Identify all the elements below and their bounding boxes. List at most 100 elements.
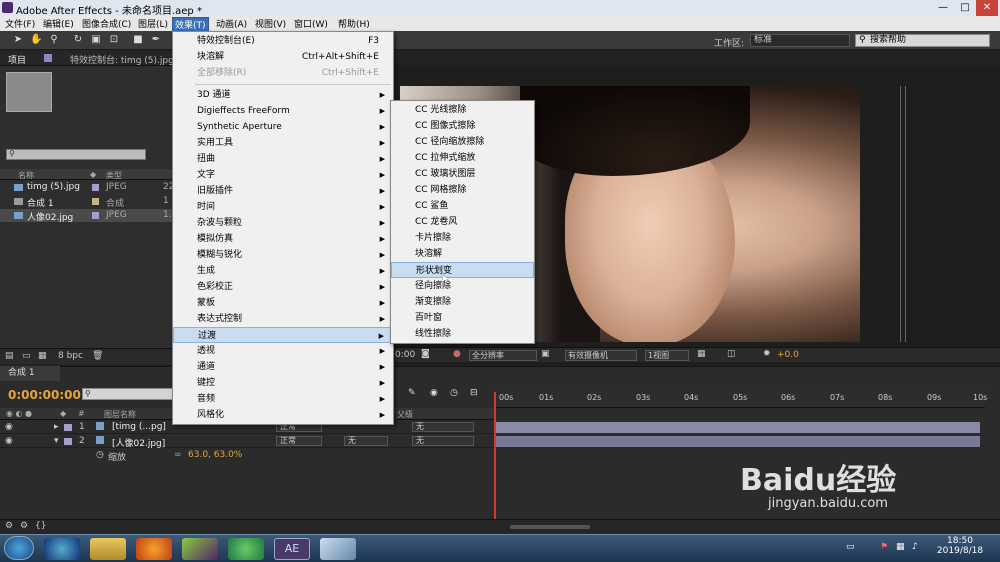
expanded-chevron-icon[interactable]: ▾	[54, 436, 59, 446]
menu-edit[interactable]: 编辑(E)	[41, 17, 76, 30]
menu-item-category[interactable]: 色彩校正 ▶	[173, 279, 393, 295]
menu-help[interactable]: 帮助(H)	[336, 17, 372, 30]
maximize-button[interactable]: □	[954, 0, 976, 16]
file-explorer-icon[interactable]	[90, 538, 126, 560]
rectangle-tool-icon[interactable]: ■	[132, 34, 144, 46]
viewer-timecode[interactable]: 0:00	[395, 350, 415, 360]
submenu-item[interactable]: 块溶解	[391, 246, 534, 262]
col-parent[interactable]: 父级	[397, 409, 413, 420]
menu-item-category[interactable]: 透视 ▶	[173, 343, 393, 359]
menu-item-category[interactable]: 实用工具 ▶	[173, 135, 393, 151]
track-matte-select[interactable]: 无	[344, 436, 388, 446]
draft-3d-icon[interactable]: ✎	[408, 388, 416, 398]
interpret-footage-icon[interactable]: ▤	[5, 351, 14, 361]
menu-view[interactable]: 视图(V)	[253, 17, 288, 30]
col-name[interactable]: 名称	[18, 170, 34, 181]
submenu-item[interactable]: 百叶窗	[391, 310, 534, 326]
menu-item-category[interactable]: 扭曲 ▶	[173, 151, 393, 167]
pan-behind-tool-icon[interactable]: ⊡	[108, 34, 120, 46]
expand-chevron-icon[interactable]: ▸	[54, 422, 59, 432]
submenu-item-shape-wipe[interactable]: 形状划变	[391, 262, 534, 278]
workspace-select[interactable]: 标准	[750, 34, 850, 47]
blend-mode-select[interactable]: 正常	[276, 436, 322, 446]
layer-duration-bar[interactable]	[496, 422, 980, 433]
label-color[interactable]	[64, 438, 72, 445]
app-taskbar-icon[interactable]	[320, 538, 356, 560]
tray-network-icon[interactable]: ▦	[896, 542, 905, 552]
tab-effect-controls[interactable]: 特效控制台: timg (5).jpg	[70, 53, 174, 66]
menu-item-category[interactable]: 通道 ▶	[173, 359, 393, 375]
menu-item-category[interactable]: 模糊与锐化 ▶	[173, 247, 393, 263]
region-of-interest-icon[interactable]: ▣	[541, 349, 550, 359]
menu-item-category[interactable]: 3D 通道 ▶	[173, 87, 393, 103]
submenu-item[interactable]: CC 光线擦除	[391, 102, 534, 118]
timeline-timecode[interactable]: 0:00:00:00	[8, 388, 81, 402]
flowchart-icon[interactable]: ◫	[727, 349, 736, 359]
label-color[interactable]	[64, 424, 72, 431]
scale-value[interactable]: 63.0, 63.0%	[188, 450, 242, 460]
menu-item-category[interactable]: 键控 ▶	[173, 375, 393, 391]
layer-duration-bar[interactable]	[496, 436, 980, 447]
menu-animation[interactable]: 动画(A)	[214, 17, 249, 30]
camera-select[interactable]: 有效摄像机	[565, 350, 637, 361]
new-composition-icon[interactable]: ▦	[38, 351, 47, 361]
system-clock[interactable]: 18:50 2019/8/18	[930, 536, 990, 556]
browser-360-icon[interactable]	[228, 538, 264, 560]
submenu-item[interactable]: CC 玻璃状图层	[391, 166, 534, 182]
menu-item-category[interactable]: 风格化 ▶	[173, 407, 393, 423]
firefox-icon[interactable]	[136, 538, 172, 560]
submenu-item[interactable]: 线性擦除	[391, 326, 534, 342]
pen-tool-icon[interactable]: ✒	[150, 34, 162, 46]
menu-file[interactable]: 文件(F)	[3, 17, 37, 30]
new-folder-icon[interactable]: ▭	[22, 351, 31, 361]
snapshot-icon[interactable]: ◙	[421, 349, 430, 359]
eye-icon[interactable]: ◉	[5, 422, 13, 432]
toggle-switches-icon[interactable]: ⚙	[5, 521, 13, 531]
menu-item-category[interactable]: Digieffects FreeForm ▶	[173, 103, 393, 119]
tab-project[interactable]: 项目	[8, 53, 26, 66]
eye-icon[interactable]: ◉	[5, 436, 13, 446]
menu-item-category[interactable]: 生成 ▶	[173, 263, 393, 279]
exposure-value[interactable]: +0.0	[777, 350, 799, 360]
project-item[interactable]: timg (5).jpg JPEG 22	[0, 181, 176, 194]
project-item[interactable]: 合成 1 合成 1	[0, 195, 176, 209]
submenu-item[interactable]: CC 龙卷风	[391, 214, 534, 230]
col-type[interactable]: 类型	[106, 170, 122, 181]
toggle-pixel-icon[interactable]: ▦	[697, 349, 706, 359]
menu-layer[interactable]: 图层(L)	[136, 17, 170, 30]
menu-item-category[interactable]: Synthetic Aperture ▶	[173, 119, 393, 135]
menu-item-last-effect[interactable]: 块溶解 Ctrl+Alt+Shift+E	[173, 49, 393, 65]
toggle-inout-icon[interactable]: {}	[35, 521, 46, 531]
media-player-icon[interactable]	[44, 538, 80, 560]
project-item[interactable]: 人像02.jpg JPEG 1.3	[0, 209, 177, 223]
toggle-modes-icon[interactable]: ⚙	[20, 521, 28, 531]
menu-effect[interactable]: 效果(T)	[172, 17, 209, 32]
close-button[interactable]: ✕	[976, 0, 998, 16]
layer-row[interactable]: ◉ ▾ 2 [人像02.jpg] 正常 无 无	[0, 435, 495, 449]
menu-item-transition[interactable]: 过渡 ▶	[173, 327, 393, 343]
menu-item-remove-all[interactable]: 全部移除(R) Ctrl+Shift+E	[173, 65, 393, 81]
project-search-input[interactable]: ⚲	[6, 149, 146, 160]
submenu-item[interactable]: 径向擦除	[391, 278, 534, 294]
submenu-item[interactable]: CC 拉伸式缩放	[391, 150, 534, 166]
views-select[interactable]: 1视图	[645, 350, 689, 361]
video-app-icon[interactable]	[182, 538, 218, 560]
motion-blur-icon[interactable]: ◉	[430, 388, 438, 398]
timeline-search-input[interactable]: ⚲	[82, 388, 177, 400]
hand-tool-icon[interactable]: ✋	[30, 34, 42, 46]
camera-tool-icon[interactable]: ▣	[90, 34, 102, 46]
selection-tool-icon[interactable]: ➤	[12, 34, 24, 46]
tray-flag-icon[interactable]: ⚑	[880, 542, 888, 552]
stopwatch-icon[interactable]: ◷	[96, 450, 104, 460]
tray-volume-icon[interactable]: ♪	[912, 542, 918, 552]
submenu-item[interactable]: 卡片擦除	[391, 230, 534, 246]
parent-select[interactable]: 无	[412, 436, 474, 446]
menu-item-category[interactable]: 表达式控制 ▶	[173, 311, 393, 327]
menu-window[interactable]: 窗口(W)	[292, 17, 330, 30]
menu-item-effect-controls[interactable]: 特效控制台(E) F3	[173, 33, 393, 49]
exposure-icon[interactable]: ✹	[763, 349, 771, 359]
rotate-tool-icon[interactable]: ↻	[72, 34, 84, 46]
tab-composition-1[interactable]: 合成 1	[0, 366, 60, 381]
menu-item-category[interactable]: 蒙板 ▶	[173, 295, 393, 311]
col-source-name[interactable]: 图层名称	[104, 409, 136, 420]
